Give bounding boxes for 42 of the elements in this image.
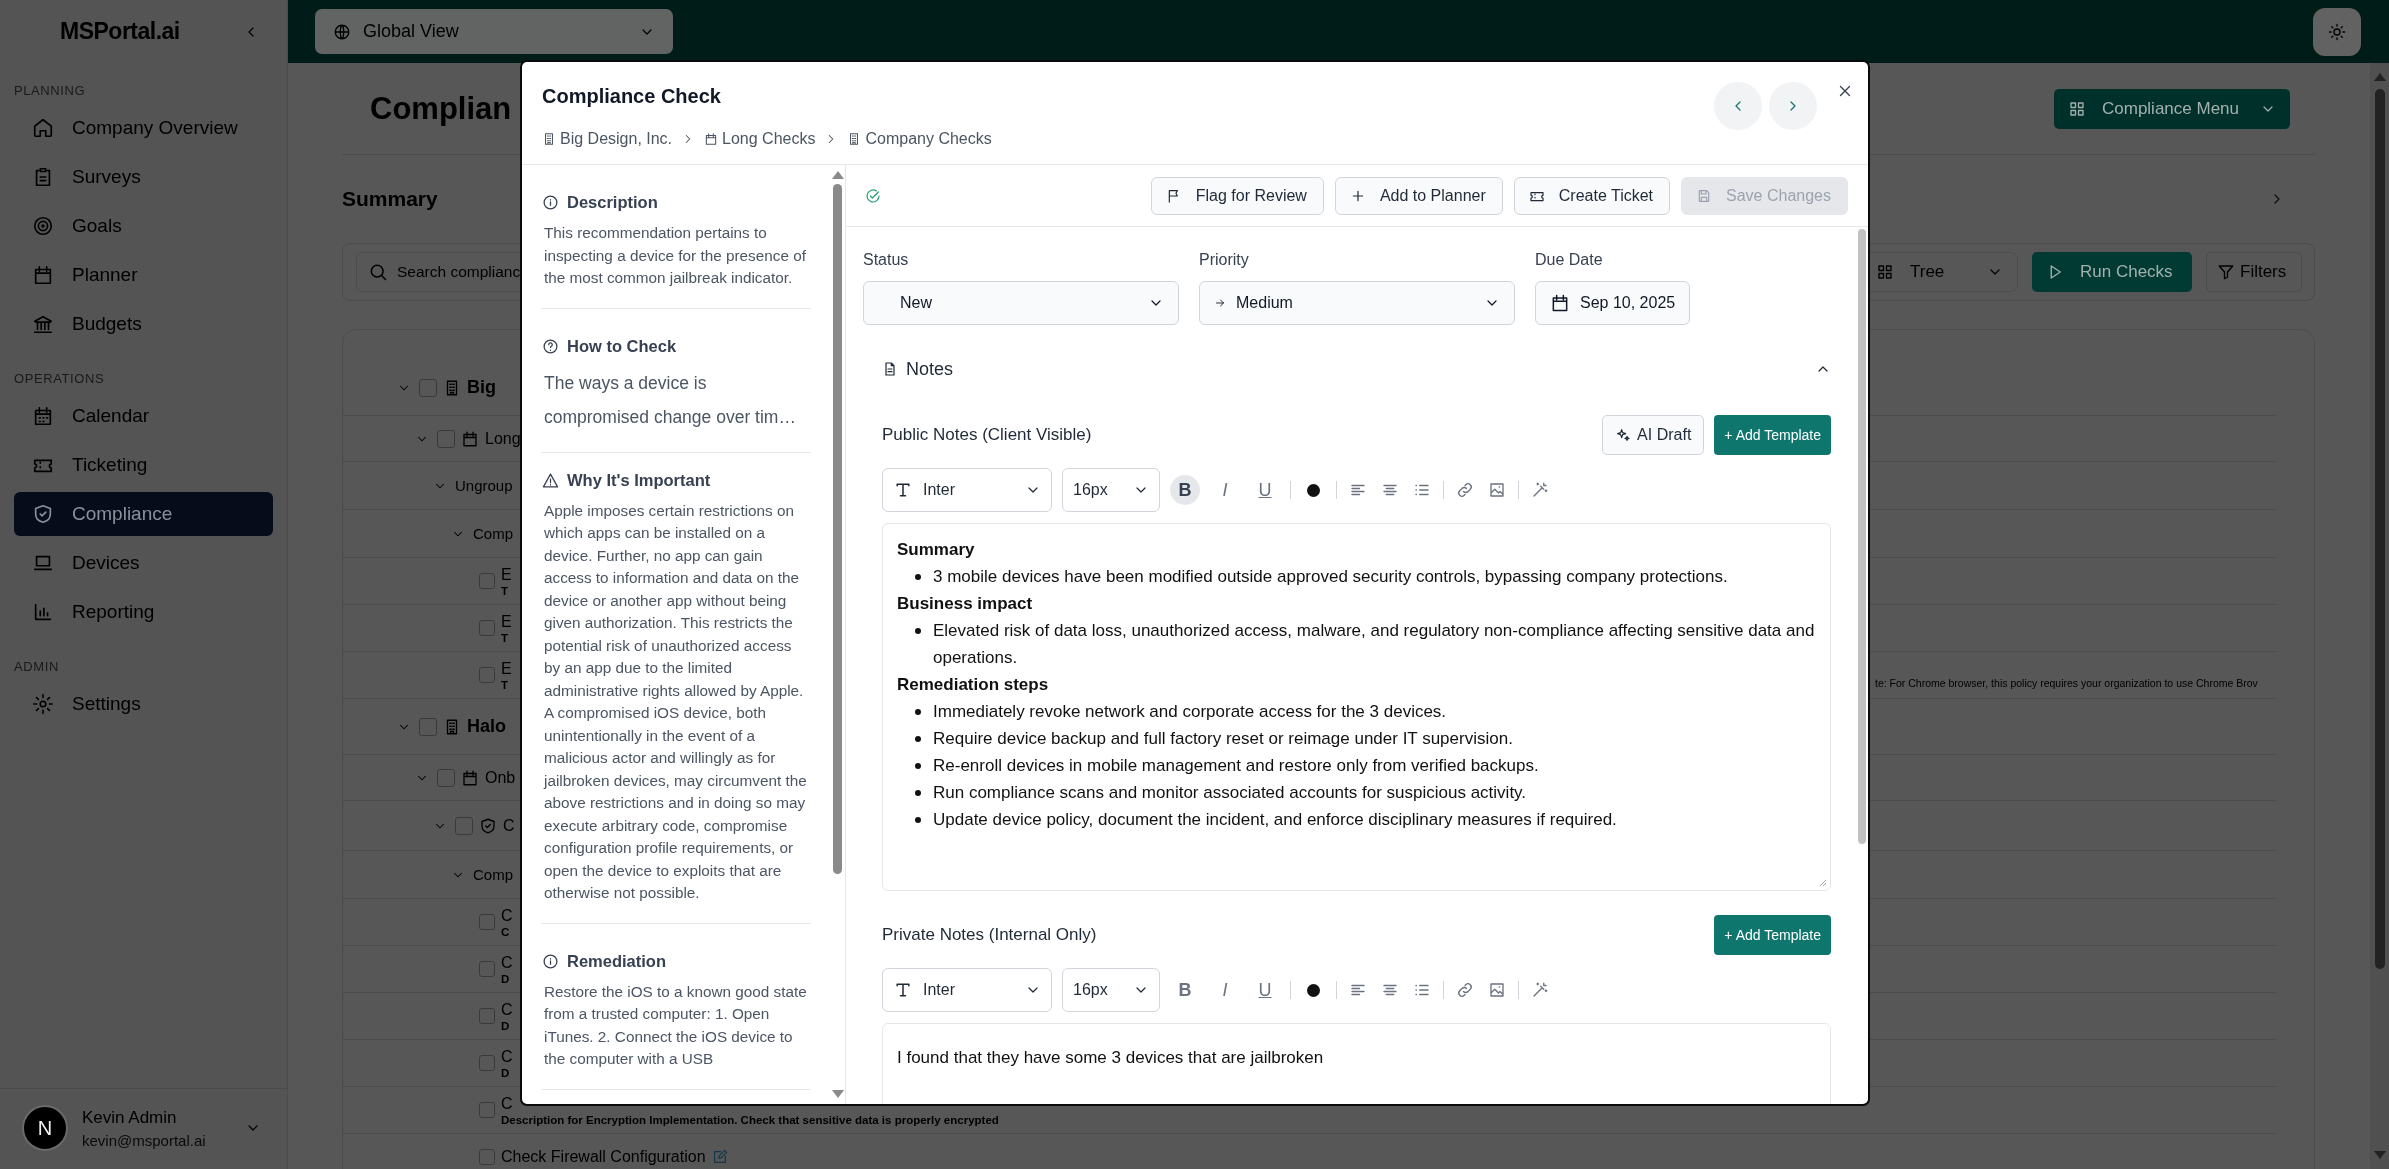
check-description: T: [501, 631, 510, 644]
section-heading: PLANNING: [13, 83, 87, 98]
list-item: 3 mobile devices have been modified outside approved security controls, bypassing company protections.: [933, 566, 1728, 588]
note-heading: Summary: [897, 539, 976, 561]
section-text: Apple imposes certain restrictions on which apps can be installed on a device. Further, no app can gain access to information and data on the device or another app without being given authorization. This restricts the potential risk of unauthorized access by an app due to the limited administrative rights allowed by Apple. A compromised iOS device, both unintentionally in the event of a malicious actor and willingly as for jailbroken devices, may circumvent the above restrictions and in doing so may execute arbitrary code, compromise configuration profile requirements, or open the device to exploits that are otherwise not possible.: [544, 500, 808, 903]
section-heading: Why It's Important: [567, 470, 711, 490]
user-name: Kevin Admin: [82, 1107, 178, 1128]
field-label: Status: [863, 251, 910, 269]
field-label: Due Date: [1535, 251, 1604, 269]
notes-label: Public Notes (Client Visible): [882, 425, 1093, 445]
list-item: Re-enroll devices in mobile management and restore only from verified backups.: [933, 755, 1539, 777]
check-description: Description for Encryption Implementation. Check that sensitive data is properly encrypted: [501, 1113, 999, 1126]
user-email: kevin@msportal.ai: [82, 1131, 207, 1149]
check-description: te: For Chrome browser, this policy requires your organization to use Chrome Brov: [1874, 677, 2259, 691]
section-heading: How to Check: [567, 336, 677, 356]
list-item: Require device backup and full factory reset or reimage under IT supervision.: [933, 728, 1513, 750]
section-text: This recommendation pertains to inspecting a device for the presence of the most common jailbreak indicator.: [544, 223, 807, 288]
section-heading: OPERATIONS: [13, 371, 106, 386]
list-item: Update device policy, document the incident, and enforce disciplinary measures if required.: [933, 809, 1617, 831]
check-description: D: [501, 1066, 511, 1079]
notes-label: Private Notes (Internal Only): [882, 925, 1098, 945]
list-item: Run compliance scans and monitor associated accounts for suspicious activity.: [933, 782, 1527, 804]
list-item: Immediately revoke network and corporate access for the 3 devices.: [933, 701, 1447, 723]
section-title: Summary: [342, 187, 438, 211]
dialog-title: Compliance Check: [542, 85, 722, 108]
note-text: I found that they have some 3 devices that are jailbroken: [897, 1047, 1325, 1069]
section-heading: Description: [567, 193, 658, 212]
check-description: T: [501, 678, 510, 691]
check-description: D: [501, 1019, 511, 1032]
note-heading: Remediation steps: [897, 674, 1050, 696]
check-description: T: [501, 584, 510, 597]
page-title: Complian: [370, 90, 512, 127]
section-heading: ADMIN: [13, 659, 60, 674]
section-text: Restore the iOS to a known good state from a trusted computer: 1. Open iTunes. 2. Connect the iOS device to the computer with a USB: [544, 981, 808, 1069]
notes-title: Notes: [906, 358, 955, 380]
section-text: The ways a device is compromised change over tim…: [544, 371, 797, 429]
field-label: Priority: [1199, 251, 1250, 269]
check-description: C: [501, 925, 511, 938]
section-heading: Remediation: [567, 951, 667, 971]
list-item: Elevated risk of data loss, unauthorized access, malware, and regulatory non-compliance affecting sensitive data and operations.: [933, 620, 1816, 669]
note-heading: Business impact: [897, 593, 1034, 615]
check-description: D: [501, 972, 511, 985]
